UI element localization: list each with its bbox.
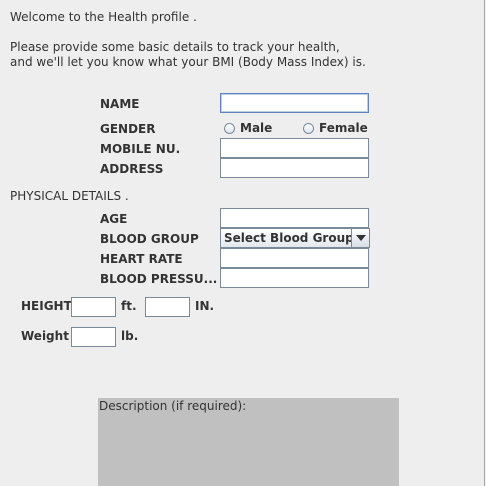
intro-line-1: Please provide some basic details to tra… (10, 40, 340, 54)
welcome-text: Welcome to the Health profile . (10, 10, 197, 24)
inches-unit-label: IN. (195, 299, 215, 313)
gender-label: GENDER (100, 122, 156, 136)
height-feet-field[interactable] (71, 297, 116, 317)
blood-group-label: BLOOD GROUP (100, 232, 199, 246)
height-inches-field[interactable] (145, 297, 190, 317)
name-field[interactable] (220, 93, 369, 113)
radio-circle-icon (303, 122, 314, 134)
blood-group-dropdown[interactable]: Select Blood Group (220, 228, 370, 248)
gender-radio-female[interactable]: Female (303, 121, 368, 135)
blood-group-selected: Select Blood Group (224, 231, 351, 245)
intro-line-2: and we'll let you know what your BMI (Bo… (10, 55, 366, 69)
physical-details-title: PHYSICAL DETAILS . (10, 189, 129, 203)
chevron-down-icon[interactable] (351, 229, 369, 247)
weight-label: Weight (21, 329, 69, 343)
address-field[interactable] (220, 158, 369, 178)
description-area[interactable]: Description (if required): (98, 398, 399, 486)
mobile-field[interactable] (220, 138, 369, 158)
feet-unit-label: ft. (121, 299, 137, 313)
weight-field[interactable] (71, 327, 116, 347)
address-label: ADDRESS (100, 162, 164, 176)
heart-rate-field[interactable] (220, 248, 369, 268)
description-label: Description (if required): (99, 399, 247, 413)
mobile-label: MOBILE NU. (100, 142, 181, 156)
window-edge (484, 0, 485, 486)
age-label: AGE (100, 212, 128, 226)
height-label: HEIGHT (21, 299, 72, 313)
gender-option-male-label: Male (240, 121, 273, 135)
age-field[interactable] (220, 208, 369, 228)
gender-radio-male[interactable]: Male (224, 121, 272, 135)
weight-unit-label: lb. (121, 329, 139, 343)
radio-circle-icon (224, 122, 235, 134)
blood-pressure-field[interactable] (220, 268, 369, 288)
blood-pressure-label: BLOOD PRESSU... (100, 272, 218, 286)
heart-rate-label: HEART RATE (100, 252, 183, 266)
name-label: NAME (100, 97, 140, 111)
gender-option-female-label: Female (319, 121, 368, 135)
